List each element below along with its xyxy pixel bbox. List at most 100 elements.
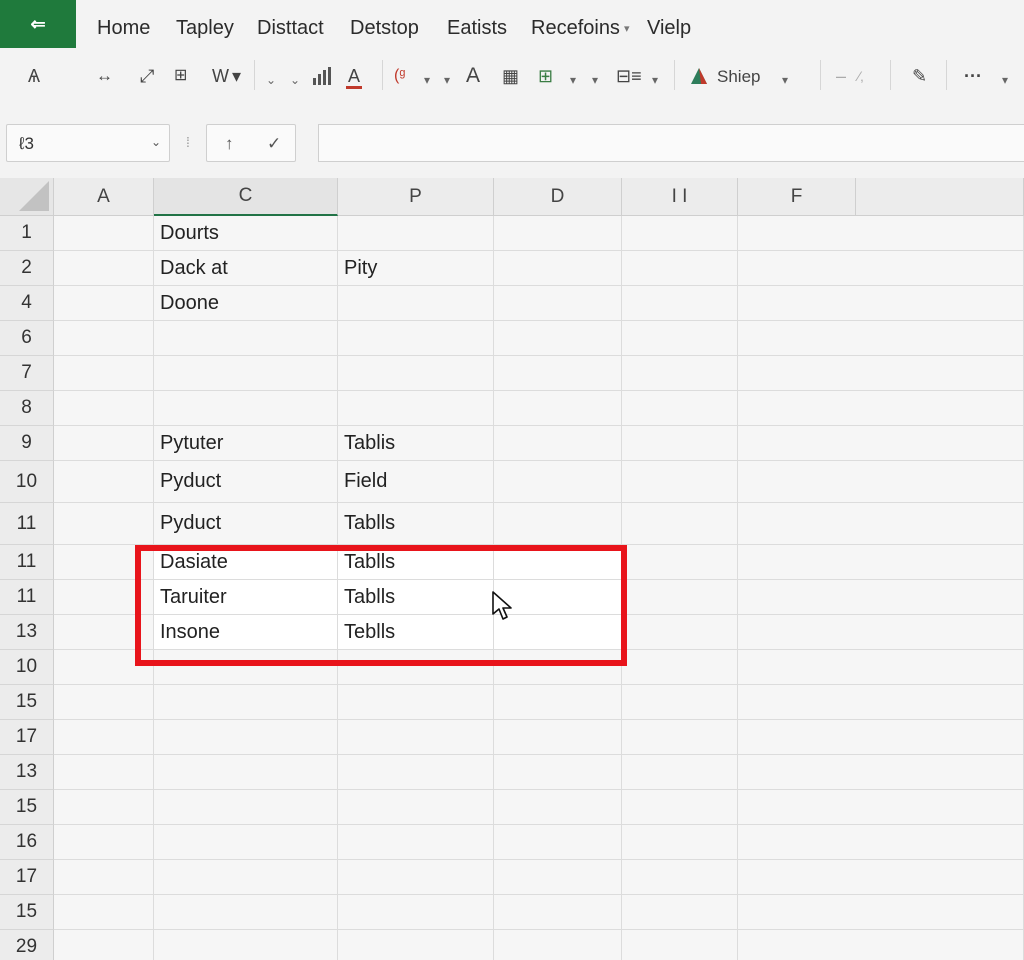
table-cell[interactable] — [494, 580, 622, 615]
table-cell[interactable] — [738, 930, 1024, 960]
table-cell[interactable] — [738, 286, 1024, 321]
table-cell[interactable] — [622, 426, 738, 461]
chevron-down-icon[interactable]: ▾ — [444, 68, 450, 92]
table-cell[interactable] — [54, 545, 154, 580]
row-header[interactable]: 10 — [0, 650, 54, 685]
table-cell[interactable] — [738, 461, 1024, 503]
column-header[interactable]: I I — [622, 178, 738, 216]
table-cell[interactable] — [622, 720, 738, 755]
format-painter-icon[interactable]: Ѧ — [28, 64, 40, 88]
table-cell[interactable] — [494, 790, 622, 825]
table-cell[interactable] — [738, 685, 1024, 720]
font-icon[interactable]: A — [466, 64, 480, 88]
table-cell[interactable] — [738, 615, 1024, 650]
table-cell[interactable] — [54, 930, 154, 960]
table-cell[interactable] — [54, 321, 154, 356]
paste-special-icon[interactable]: (ᵍ — [394, 64, 405, 88]
table-cell[interactable] — [338, 930, 494, 960]
pen-icon[interactable]: ✎ — [912, 64, 927, 88]
table-cell[interactable]: Taruiter — [154, 580, 338, 615]
slash-icon[interactable]: ⁄‚ — [858, 64, 863, 88]
table-cell[interactable] — [154, 860, 338, 895]
table-cell[interactable] — [338, 685, 494, 720]
table-cell[interactable] — [738, 720, 1024, 755]
table-cell[interactable] — [338, 286, 494, 321]
table-cell[interactable] — [54, 356, 154, 391]
cancel-button[interactable]: ↑ — [225, 134, 234, 154]
table-cell[interactable] — [54, 895, 154, 930]
chevron-down-icon[interactable]: ▾ — [782, 68, 788, 92]
table-cell[interactable] — [54, 685, 154, 720]
table-cell[interactable] — [54, 755, 154, 790]
table-cell[interactable] — [154, 356, 338, 391]
table-cell[interactable] — [54, 615, 154, 650]
chevron-down-icon[interactable]: ▾ — [592, 68, 598, 92]
table-cell[interactable] — [494, 685, 622, 720]
table-cell[interactable] — [494, 545, 622, 580]
table-icon[interactable]: ▦ — [502, 64, 519, 88]
table-cell[interactable] — [622, 580, 738, 615]
table-cell[interactable] — [738, 650, 1024, 685]
row-header[interactable]: 7 — [0, 356, 54, 391]
table-cell[interactable] — [154, 755, 338, 790]
table-cell[interactable] — [54, 286, 154, 321]
chevron-down-icon[interactable]: ⌄ — [290, 68, 300, 92]
table-cell[interactable] — [622, 860, 738, 895]
row-header[interactable]: 17 — [0, 720, 54, 755]
row-header[interactable]: 1 — [0, 216, 54, 251]
table-cell[interactable] — [494, 755, 622, 790]
row-header[interactable]: 15 — [0, 895, 54, 930]
table-cell[interactable] — [494, 356, 622, 391]
table-cell[interactable] — [738, 503, 1024, 545]
table-cell[interactable] — [738, 216, 1024, 251]
table-cell[interactable] — [622, 461, 738, 503]
font-color-icon[interactable]: A — [346, 64, 363, 89]
table-cell[interactable] — [54, 216, 154, 251]
row-header[interactable]: 11 — [0, 503, 54, 545]
select-all-corner[interactable] — [0, 178, 54, 216]
row-header[interactable]: 9 — [0, 426, 54, 461]
row-header[interactable]: 10 — [0, 461, 54, 503]
table-cell[interactable]: Field — [338, 461, 494, 503]
column-header[interactable]: P — [338, 178, 494, 216]
formula-input[interactable] — [318, 124, 1024, 162]
resize-icon[interactable]: ↔ — [96, 64, 113, 88]
tab-disttact[interactable]: Disttact — [257, 17, 324, 40]
table-cell[interactable]: Doone — [154, 286, 338, 321]
table-cell[interactable] — [54, 790, 154, 825]
table-cell[interactable] — [494, 615, 622, 650]
table-cell[interactable] — [622, 321, 738, 356]
table-cell[interactable] — [154, 825, 338, 860]
chevron-down-icon[interactable]: ▾ — [652, 68, 658, 92]
table-cell[interactable] — [338, 790, 494, 825]
table-cell[interactable] — [338, 755, 494, 790]
tab-detstop[interactable]: Detstop — [350, 17, 419, 40]
chevron-down-icon[interactable]: ▾ — [570, 68, 576, 92]
table-cell[interactable] — [338, 650, 494, 685]
table-cell[interactable] — [154, 650, 338, 685]
diagonal-arrow-icon[interactable]: ⤢ — [140, 64, 154, 88]
table-cell[interactable] — [154, 391, 338, 426]
table-cell[interactable] — [154, 321, 338, 356]
tab-home[interactable]: Home — [97, 17, 150, 40]
chevron-down-icon[interactable]: ⌄ — [266, 68, 276, 92]
row-header[interactable]: 13 — [0, 755, 54, 790]
row-header[interactable]: 11 — [0, 580, 54, 615]
table-cell[interactable] — [622, 685, 738, 720]
table-cell[interactable] — [494, 720, 622, 755]
table-cell[interactable] — [622, 356, 738, 391]
table-cell[interactable]: Tablls — [338, 580, 494, 615]
table-cell[interactable]: Pytuter — [154, 426, 338, 461]
table-cell[interactable] — [54, 860, 154, 895]
table-cell[interactable] — [494, 216, 622, 251]
table-cell[interactable]: Tablls — [338, 545, 494, 580]
table-cell[interactable] — [54, 825, 154, 860]
table-cell[interactable] — [494, 321, 622, 356]
row-header[interactable]: 15 — [0, 685, 54, 720]
table-cell[interactable] — [54, 251, 154, 286]
table-cell[interactable] — [622, 216, 738, 251]
table-cell[interactable] — [738, 391, 1024, 426]
table-cell[interactable] — [154, 790, 338, 825]
table-cell[interactable] — [494, 251, 622, 286]
tab-recefoins[interactable]: Recefoins ▾ — [531, 17, 629, 40]
